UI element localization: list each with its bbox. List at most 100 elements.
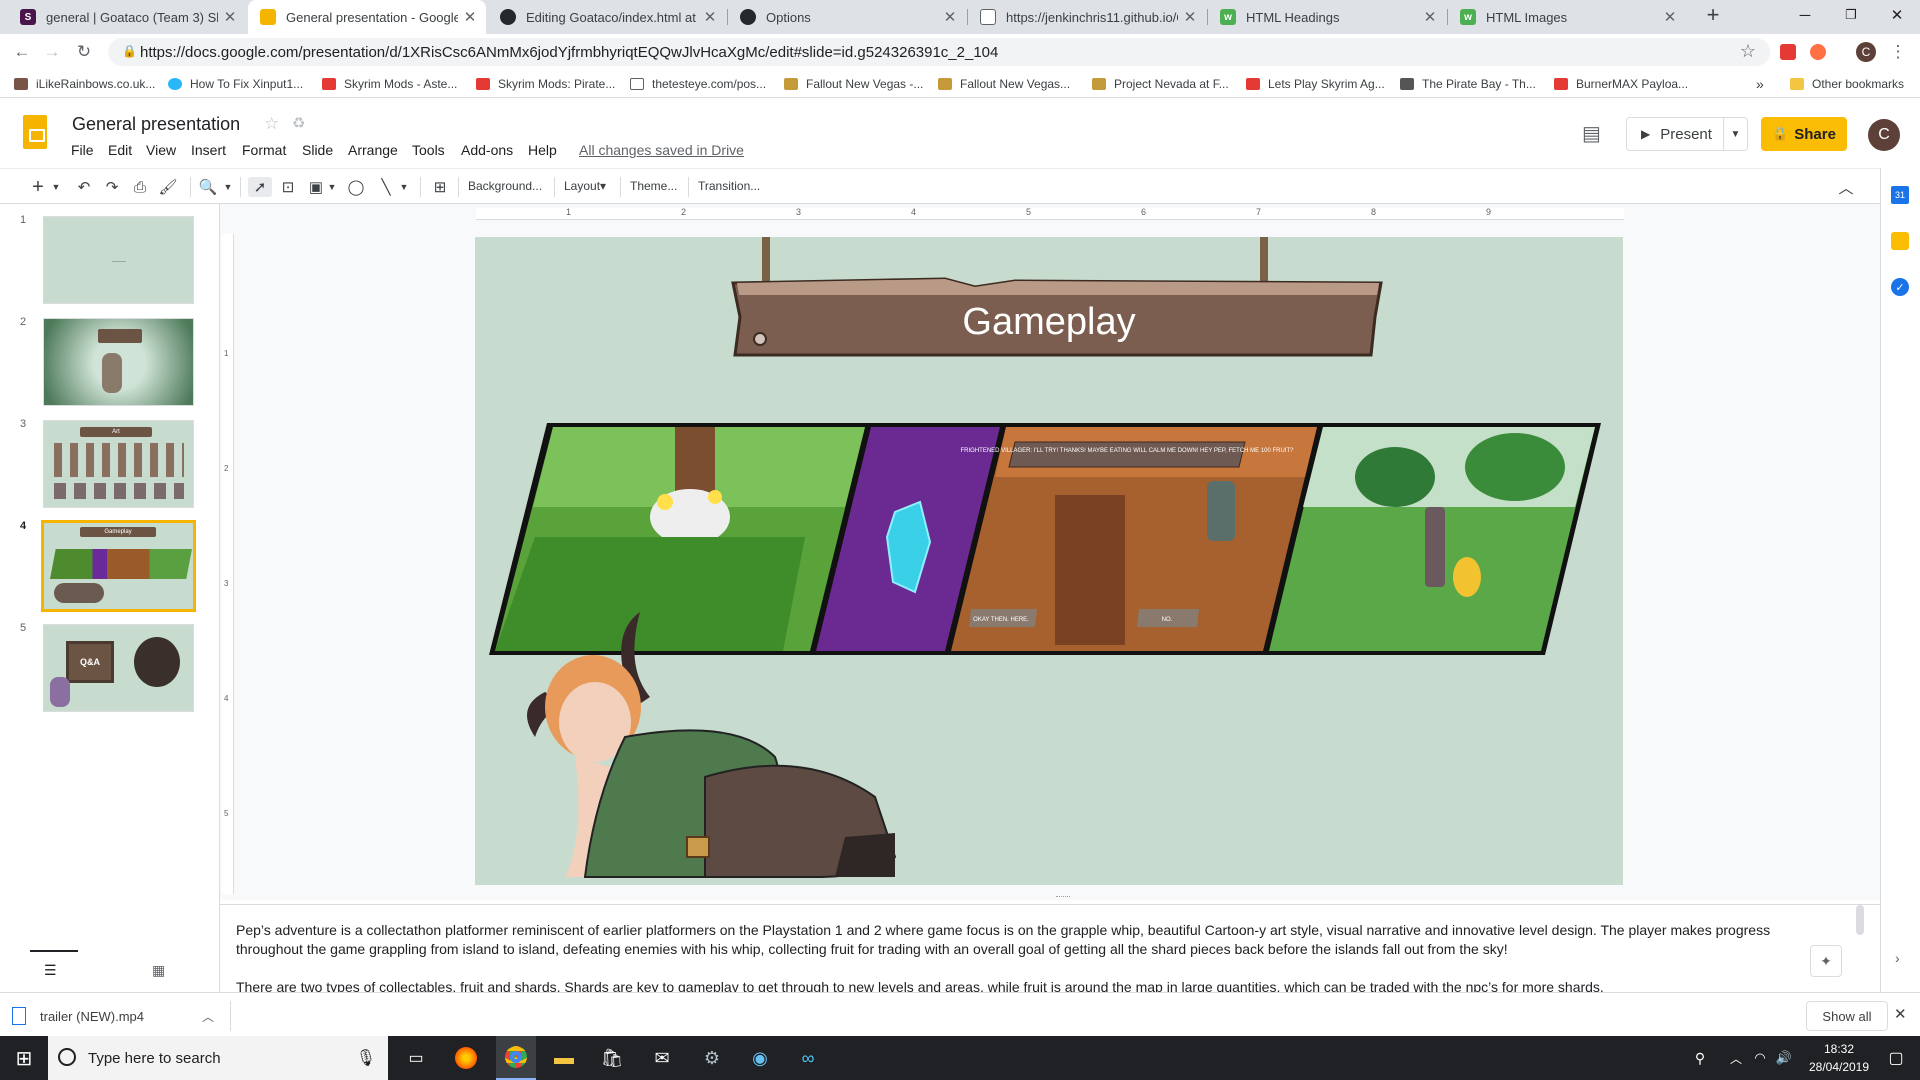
collapse-toolbar-icon[interactable]: ︿ <box>1836 177 1856 197</box>
download-item[interactable]: trailer (NEW).mp4 ︿ <box>12 1003 230 1029</box>
bookmark-item[interactable]: Fallout New Vegas... <box>938 75 1070 93</box>
bookmark-item[interactable]: Lets Play Skyrim Ag... <box>1246 75 1385 93</box>
chrome-icon[interactable] <box>496 1036 536 1080</box>
steam-icon[interactable]: ◉ <box>746 1044 774 1072</box>
bookmark-item[interactable]: The Pirate Bay - Th... <box>1400 75 1536 93</box>
bookmark-item[interactable]: Project Nevada at F... <box>1092 75 1229 93</box>
window-close-icon[interactable]: ✕ <box>1874 0 1920 30</box>
menu-slide[interactable]: Slide <box>302 142 333 158</box>
bookmark-item[interactable]: BurnerMAX Payloa... <box>1554 75 1688 93</box>
close-icon[interactable]: ✕ <box>1182 8 1198 26</box>
document-title[interactable]: General presentation <box>72 114 240 135</box>
present-button[interactable]: ▶ Present ▼ <box>1626 117 1748 151</box>
keep-icon[interactable] <box>1891 232 1909 250</box>
grid-view-icon[interactable]: ▦ <box>152 962 165 979</box>
close-icon[interactable]: ✕ <box>1662 8 1678 26</box>
windows-start-icon[interactable]: ⊞ <box>10 1044 38 1072</box>
menu-insert[interactable]: Insert <box>191 142 226 158</box>
app-icon[interactable]: ⚙ <box>698 1044 726 1072</box>
notes-resize-handle[interactable] <box>1056 896 1070 900</box>
extension-orange-icon[interactable] <box>1806 40 1830 64</box>
star-bookmark-icon[interactable]: ☆ <box>1740 41 1756 62</box>
notifications-icon[interactable]: ▢ <box>1882 1044 1910 1072</box>
bookmark-item[interactable]: How To Fix Xinput1... <box>168 75 303 93</box>
browser-tab[interactable]: Editing Goataco/index.html at m ✕ <box>488 0 726 34</box>
menu-edit[interactable]: Edit <box>108 142 132 158</box>
tasks-icon[interactable]: ✓ <box>1891 278 1909 296</box>
present-dropdown-icon[interactable]: ▼ <box>1723 118 1747 150</box>
menu-addons[interactable]: Add-ons <box>461 142 513 158</box>
transition-button[interactable]: Transition... <box>698 179 760 193</box>
background-button[interactable]: Background... <box>468 179 542 193</box>
chevron-down-icon[interactable]: ▼ <box>398 177 410 197</box>
theme-button[interactable]: Theme... <box>630 179 677 193</box>
bookmark-item[interactable]: Skyrim Mods - Aste... <box>322 75 457 93</box>
chevron-down-icon[interactable]: ▼ <box>326 177 338 197</box>
insert-comment-icon[interactable]: ⊞ <box>428 177 452 197</box>
slides-logo-icon[interactable] <box>23 115 47 149</box>
browser-tab[interactable]: Options ✕ <box>728 0 966 34</box>
menu-tools[interactable]: Tools <box>412 142 445 158</box>
chevron-down-icon[interactable]: ▼ <box>50 177 62 197</box>
slide-thumbnail-1[interactable] <box>43 216 194 304</box>
extension-ublock-icon[interactable] <box>1776 40 1800 64</box>
list-view-icon[interactable]: ☰ <box>44 962 57 979</box>
layout-button[interactable]: Layout▾ <box>564 179 606 193</box>
line-icon[interactable]: ╲ <box>374 177 398 197</box>
clock-date[interactable]: 28/04/2019 <box>1806 1060 1872 1074</box>
forward-icon[interactable]: → <box>40 40 64 64</box>
bookmark-item[interactable]: iLikeRainbows.co.uk... <box>14 75 155 93</box>
close-downloads-icon[interactable]: ✕ <box>1894 1005 1907 1023</box>
browser-tab-active[interactable]: General presentation - Google Sl ✕ <box>248 0 486 34</box>
bookmark-item[interactable]: Fallout New Vegas -... <box>784 75 923 93</box>
other-bookmarks[interactable]: Other bookmarks <box>1790 75 1904 93</box>
bookmark-item[interactable]: Skyrim Mods: Pirate... <box>476 75 615 93</box>
select-cursor-icon[interactable]: ➚ <box>248 177 272 197</box>
share-button[interactable]: 🔒 Share <box>1761 117 1847 151</box>
zoom-icon[interactable]: 🔍 <box>196 177 220 197</box>
minimize-icon[interactable]: ─ <box>1782 0 1828 30</box>
chevron-down-icon[interactable]: ▼ <box>222 177 234 197</box>
firefox-icon[interactable] <box>452 1044 480 1072</box>
app-icon-blue[interactable]: ∞ <box>794 1044 822 1072</box>
image-icon[interactable]: ▣ <box>304 177 328 197</box>
undo-icon[interactable]: ↶ <box>72 177 96 197</box>
comments-icon[interactable]: ▤ <box>1582 121 1601 146</box>
redo-icon[interactable]: ↷ <box>100 177 124 197</box>
new-slide-icon[interactable]: + <box>28 176 48 198</box>
text-box-icon[interactable]: ⊡ <box>276 177 300 197</box>
restore-icon[interactable]: ❐ <box>1828 0 1874 30</box>
close-icon[interactable]: ✕ <box>462 8 478 26</box>
calendar-icon[interactable]: 31 <box>1891 186 1909 204</box>
mail-icon[interactable]: ✉ <box>648 1044 676 1072</box>
paint-format-icon[interactable]: 🖌 <box>156 177 180 197</box>
new-tab-button[interactable]: + <box>1690 0 1736 30</box>
menu-file[interactable]: File <box>71 142 94 158</box>
shape-icon[interactable]: ◯ <box>344 177 368 197</box>
slide-thumbnail-2[interactable] <box>43 318 194 406</box>
close-icon[interactable]: ✕ <box>222 8 238 26</box>
menu-help[interactable]: Help <box>528 142 557 158</box>
move-to-drive-icon[interactable]: ♻ <box>292 114 305 132</box>
browser-tab[interactable]: S general | Goataco (Team 3) Slack ✕ <box>8 0 246 34</box>
slide-thumbnail-4-selected[interactable]: Gameplay <box>41 520 196 612</box>
address-bar[interactable]: 🔒 https://docs.google.com/presentation/d… <box>108 38 1770 66</box>
menu-view[interactable]: View <box>146 142 176 158</box>
menu-format[interactable]: Format <box>242 142 286 158</box>
expand-panel-icon[interactable]: › <box>1895 950 1900 966</box>
speaker-notes[interactable]: Pep’s adventure is a collectathon platfo… <box>220 904 1880 992</box>
account-avatar[interactable]: C <box>1868 119 1900 151</box>
bookmarks-overflow-button[interactable]: » <box>1756 75 1764 93</box>
browser-tab[interactable]: w HTML Headings ✕ <box>1208 0 1446 34</box>
store-icon[interactable]: 🛍 <box>598 1044 626 1072</box>
menu-arrange[interactable]: Arrange <box>348 142 398 158</box>
clock-time[interactable]: 18:32 <box>1806 1042 1872 1056</box>
bookmark-item[interactable]: thetesteye.com/pos... <box>630 75 766 93</box>
browser-tab[interactable]: https://jenkinchris11.github.io/G ✕ <box>968 0 1206 34</box>
taskbar-search[interactable]: Type here to search 🎙 <box>48 1036 388 1080</box>
close-icon[interactable]: ✕ <box>942 8 958 26</box>
explore-icon[interactable]: ✦ <box>1810 945 1842 977</box>
browser-menu-icon[interactable]: ⋮ <box>1886 40 1910 64</box>
notes-scrollbar[interactable] <box>1856 905 1864 935</box>
star-icon[interactable]: ☆ <box>264 114 279 134</box>
